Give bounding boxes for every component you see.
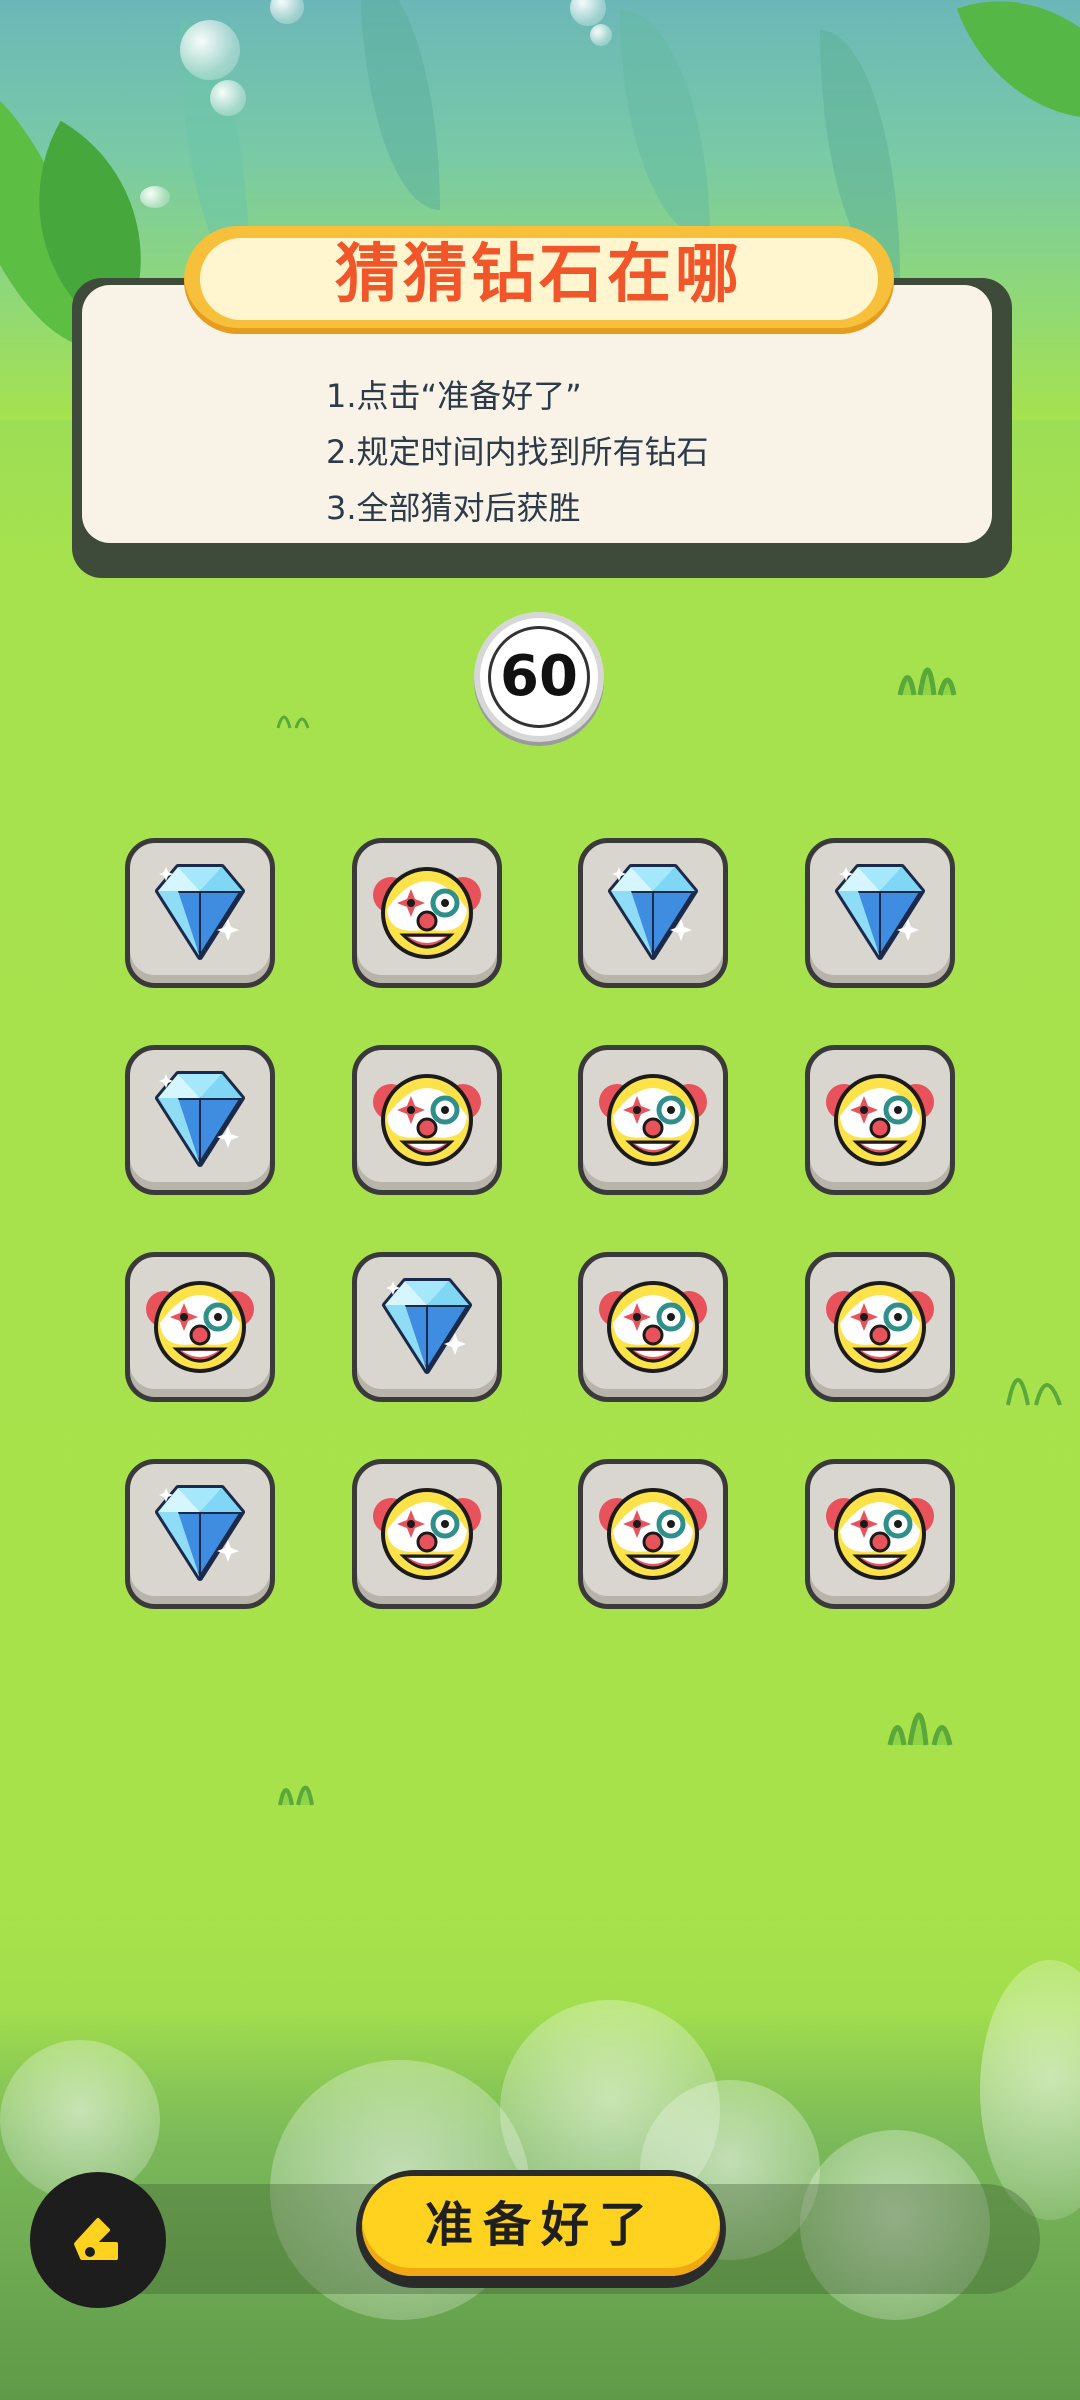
clown-tile[interactable] xyxy=(578,1252,728,1402)
clown-tile[interactable] xyxy=(578,1459,728,1609)
clown-face-icon xyxy=(599,1488,707,1580)
diamond-tile[interactable] xyxy=(125,838,275,988)
diamond-tile[interactable] xyxy=(125,1045,275,1195)
clown-face-icon xyxy=(826,1074,934,1166)
grass-tuft-icon xyxy=(1006,1378,1062,1406)
countdown-timer: 60 xyxy=(474,612,604,742)
rule-item: 1.点击“准备好了” xyxy=(326,377,582,415)
clown-tile[interactable] xyxy=(805,1045,955,1195)
grass-tuft-icon xyxy=(887,1712,953,1746)
clown-tile[interactable] xyxy=(805,1252,955,1402)
clown-tile[interactable] xyxy=(352,1459,502,1609)
clown-face-icon xyxy=(373,1074,481,1166)
rules-list: 1.点击“准备好了” 2.规定时间内找到所有钻石 3.全部猜对后获胜 xyxy=(326,368,926,536)
game-title: 猜猜钻石在哪 xyxy=(335,238,743,312)
clown-face-icon xyxy=(373,1488,481,1580)
clown-face-icon xyxy=(826,1281,934,1373)
clown-face-icon xyxy=(146,1281,254,1373)
clown-face-icon xyxy=(599,1074,707,1166)
grass-tuft-icon xyxy=(276,715,310,729)
timer-value: 60 xyxy=(488,626,590,728)
clown-tile[interactable] xyxy=(352,1045,502,1195)
diamond-tile[interactable] xyxy=(125,1459,275,1609)
diamond-icon xyxy=(155,864,245,960)
rule-item: 3.全部猜对后获胜 xyxy=(326,489,581,527)
diamond-icon xyxy=(382,1278,472,1374)
diamond-icon xyxy=(608,864,698,960)
diamond-icon xyxy=(155,1485,245,1581)
diamond-tile[interactable] xyxy=(805,838,955,988)
diamond-icon xyxy=(155,1071,245,1167)
grass-tuft-icon xyxy=(897,667,957,696)
ready-button-label: 准备好了 xyxy=(362,2176,720,2276)
app-logo-button[interactable] xyxy=(30,2172,166,2308)
clown-tile[interactable] xyxy=(578,1045,728,1195)
clown-face-icon xyxy=(826,1488,934,1580)
clown-tile[interactable] xyxy=(805,1459,955,1609)
app-logo-icon xyxy=(74,2218,118,2260)
clown-tile[interactable] xyxy=(125,1252,275,1402)
clown-face-icon xyxy=(599,1281,707,1373)
diamond-icon xyxy=(835,864,925,960)
clown-face-icon xyxy=(373,867,481,959)
clown-tile[interactable] xyxy=(352,838,502,988)
diamond-tile[interactable] xyxy=(578,838,728,988)
grass-tuft-icon xyxy=(278,1785,314,1806)
rule-item: 2.规定时间内找到所有钻石 xyxy=(326,433,709,471)
ready-button[interactable]: 准备好了 xyxy=(356,2170,726,2288)
diamond-tile[interactable] xyxy=(352,1252,502,1402)
